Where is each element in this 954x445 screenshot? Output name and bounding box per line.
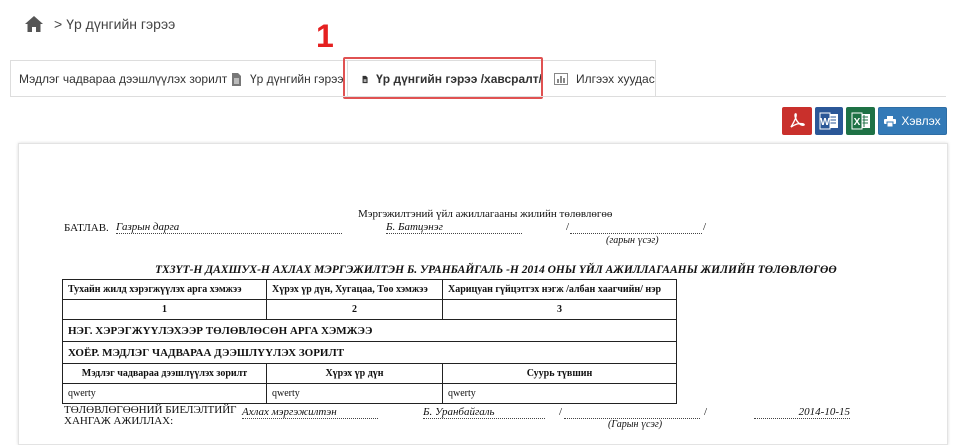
export-excel-button[interactable]: X [846,107,875,135]
excel-icon: X [851,112,870,130]
table-subheader-row: Мэдлэг чадвараа дээшлүүлэх зорилт Хүрэх … [62,363,677,384]
tab-bar: Мэдлэг чадвараа дээшлүүлэх зорилт Үр дүн… [10,60,656,97]
approve-label: БАТЛАВ. [64,222,109,234]
table-cell: qwerty [62,383,267,404]
table-header-cell: Тухайн жилд хэрэгжүүлэх арга хэмжээ [62,279,267,300]
tab-result-contract[interactable]: Үр дүнгийн гэрээ [231,61,343,97]
table-subheader-cell: Суурь түвшин [442,363,677,384]
table-section-one: НЭГ. ХЭРЭГЖҮҮЛЭХЭЭР ТӨЛӨВЛӨСӨН АРГА ХЭМЖ… [62,319,677,342]
footer-label: ТӨЛӨВЛӨГӨӨНИЙ БИЕЛЭЛТИЙГ ХАНГАЖ АЖИЛЛАХ: [64,405,237,427]
table-cell: qwerty [266,383,443,404]
footer-name: Б. Уранбайгаль [423,406,545,419]
footer-date: 2014-10-15 [754,406,850,419]
print-label: Хэвлэх [901,114,941,128]
print-button[interactable]: Хэвлэх [878,107,947,135]
bar-chart-icon [554,73,568,85]
footer-slash-open: / [559,406,563,418]
pdf-icon [790,113,805,128]
table-header-row: Тухайн жилд хэрэгжүүлэх арга хэмжээ Хүрэ… [62,279,677,300]
tab-send-sheet[interactable]: Илгээх хуудас [554,61,655,97]
approve-position: Газрын дарга [116,221,342,234]
approve-slash-open: / [566,221,570,233]
footer-slash-close: / [704,406,708,418]
approve-signature-line [570,221,702,234]
breadcrumb-separator: > [54,16,63,32]
plan-table: Тухайн жилд хэрэгжүүлэх арга хэмжээ Хүрэ… [62,279,677,404]
table-subheader-cell: Мэдлэг чадвараа дээшлүүлэх зорилт [62,363,267,384]
table-header-cell: Харицуан гүйцэтгэх нэгж /албан хаагчийн/… [442,279,677,300]
footer-signature-line [564,406,700,419]
tab-divider [10,96,946,97]
tab-label: Үр дүнгийн гэрээ [250,72,344,86]
export-pdf-button[interactable] [782,107,812,135]
approve-name: Б. Батцэнэг [386,221,522,234]
tab-label: Илгээх хуудас [576,72,655,86]
form-title: Мэргэжилтэний үйл ажиллагааны жилийн төл… [358,208,613,220]
table-number-cell: 1 [62,299,267,320]
table-number-row: 1 2 3 [62,299,677,320]
tab-label: Мэдлэг чадвараа дээшлүүлэх зорилт [19,72,228,86]
footer-signature-caption: (Гарын үсэг) [608,419,663,430]
table-number-cell: 2 [266,299,443,320]
approve-signature-caption: (гарын үсэг) [606,235,659,246]
table-subheader-cell: Хүрэх үр дүн [266,363,443,384]
svg-text:W: W [820,117,830,128]
breadcrumb-current: Үр дүнгийн гэрээ [66,16,176,32]
table-number-cell: 3 [442,299,677,320]
footer-label-line2: ХАНГАЖ АЖИЛЛАХ: [64,415,174,427]
tab-knowledge-goals[interactable]: Мэдлэг чадвараа дээшлүүлэх зорилт [19,61,227,97]
table-row: qwerty qwerty qwerty [62,383,677,404]
plan-title: ТХЗҮТ-Н ДАХШУХ-Н АХЛАХ МЭРГЭЖИЛТЭН Б. УР… [155,264,837,276]
footer-position: Ахлах мэргэжилтэн [242,406,378,419]
svg-text:X: X [853,117,860,128]
printer-icon [884,115,897,127]
file-text-icon [232,72,241,86]
table-section-row: НЭГ. ХЭРЭГЖҮҮЛЭХЭЭР ТӨЛӨВЛӨСӨН АРГА ХЭМЖ… [62,319,677,342]
home-icon[interactable] [24,15,44,33]
word-icon: W [819,112,838,130]
active-tab-highlight [343,57,543,99]
breadcrumb: > Үр дүнгийн гэрээ [24,12,175,36]
table-section-row: ХОЁР. МЭДЛЭГ ЧАДВАРАА ДЭЭШЛҮҮЛЭХ ЗОРИЛТ [62,341,677,364]
approve-slash-close: / [703,221,707,233]
table-header-cell: Хүрэх үр дүн, Хугацаа, Тоо хэмжээ [266,279,443,300]
export-word-button[interactable]: W [815,107,843,135]
table-cell: qwerty [442,383,677,404]
annotation-marker: 1 [316,18,334,54]
table-section-two: ХОЁР. МЭДЛЭГ ЧАДВАРАА ДЭЭШЛҮҮЛЭХ ЗОРИЛТ [62,341,677,364]
